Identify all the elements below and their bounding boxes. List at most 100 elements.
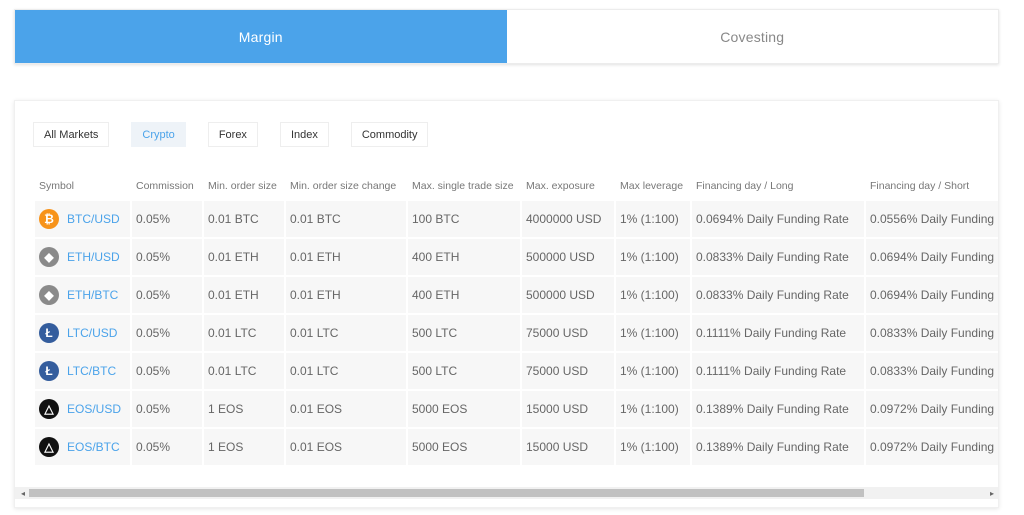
column-header: Min. order size change [290,180,397,192]
symbol-link[interactable]: LTC/BTC [67,364,116,378]
symbol-link[interactable]: BTC/USD [67,212,120,226]
table-cell: 0.01 LTC [286,315,406,351]
table-cell: 0.01 BTC [286,201,406,237]
tab-covesting[interactable]: Covesting [506,10,998,63]
table-cell: 0.01 EOS [286,391,406,427]
symbol-cell: △ EOS/USD [35,391,130,427]
table-cell: 0.05% [132,315,202,351]
symbol-wrapper: △ EOS/USD [39,399,126,419]
symbol-cell: Ł LTC/BTC [35,353,130,389]
table-cell: 5000 EOS [408,429,520,465]
table-cell: 1% (1:100) [616,201,690,237]
table-cell: 0.01 LTC [286,353,406,389]
table-row[interactable]: △ EOS/USD 0.05% 1 EOS 0.01 EOS 5000 EOS 15000 … [35,391,998,427]
table-cell: 15000 USD [522,391,614,427]
column-header: Max. exposure [526,180,595,192]
table-cell: 0.0972% Daily Funding Rate [866,391,998,427]
table-cell: 0.05% [132,429,202,465]
table-row[interactable]: △ EOS/BTC 0.05% 1 EOS 0.01 EOS 5000 EOS 15000 … [35,429,998,465]
ethereum-icon: ◆ [39,247,59,267]
column-header: Min. order size [208,180,277,192]
table-cell: 1% (1:100) [616,391,690,427]
table-cell: 1% (1:100) [616,353,690,389]
filter-crypto[interactable]: Crypto [131,122,186,147]
table-cell: 0.0833% Daily Funding Rate [866,315,998,351]
table-cell: 0.0694% Daily Funding Rate [692,201,864,237]
filter-index[interactable]: Index [279,122,329,147]
table-cell: 1 EOS [204,391,284,427]
symbol-cell: △ EOS/BTC [35,429,130,465]
table-cell: 500 LTC [408,315,520,351]
table-cell: 75000 USD [522,353,614,389]
table-cell: 0.01 ETH [286,239,406,275]
table-cell: 1% (1:100) [616,315,690,351]
symbol-link[interactable]: EOS/BTC [67,440,120,454]
markets-table: Symbol Commission Min. order size Min. orde… [33,171,998,467]
table-cell: 4000000 USD [522,201,614,237]
table-cell: 5000 EOS [408,391,520,427]
markets-table-container: Symbol Commission Min. order size Min. orde… [33,171,998,471]
symbol-cell: ₿ BTC/USD [35,201,130,237]
table-cell: 500000 USD [522,277,614,313]
symbol-wrapper: △ EOS/BTC [39,437,126,457]
table-cell: 400 ETH [408,239,520,275]
symbol-link[interactable]: ETH/BTC [67,288,118,302]
table-cell: 15000 USD [522,429,614,465]
symbol-wrapper: ◆ ETH/USD [39,247,126,267]
table-cell: 0.01 EOS [286,429,406,465]
column-header: Max. single trade size [412,180,514,192]
table-row[interactable]: ◆ ETH/USD 0.05% 0.01 ETH 0.01 ETH 400 ETH 5000… [35,239,998,275]
symbol-wrapper: ◆ ETH/BTC [39,285,126,305]
markets-card: All Markets Crypto Forex Index Commodity… [14,100,999,508]
table-cell: 0.05% [132,277,202,313]
table-row[interactable]: Ł LTC/USD 0.05% 0.01 LTC 0.01 LTC 500 LTC 7500… [35,315,998,351]
bitcoin-icon: ₿ [39,209,59,229]
symbol-wrapper: Ł LTC/USD [39,323,126,343]
table-cell: 0.1389% Daily Funding Rate [692,429,864,465]
eos-icon: △ [39,437,59,457]
symbol-cell: ◆ ETH/USD [35,239,130,275]
symbol-wrapper: Ł LTC/BTC [39,361,126,381]
table-cell: 0.0694% Daily Funding Rate [866,277,998,313]
table-cell: 0.0972% Daily Funding Rate [866,429,998,465]
table-row[interactable]: Ł LTC/BTC 0.05% 0.01 LTC 0.01 LTC 500 LTC 7500… [35,353,998,389]
table-cell: 0.01 ETH [204,277,284,313]
symbol-cell: Ł LTC/USD [35,315,130,351]
table-cell: 0.0694% Daily Funding Rate [866,239,998,275]
table-cell: 0.05% [132,239,202,275]
table-cell: 0.01 ETH [204,239,284,275]
symbol-cell: ◆ ETH/BTC [35,277,130,313]
filter-forex[interactable]: Forex [207,122,258,147]
table-cell: 100 BTC [408,201,520,237]
horizontal-scrollbar[interactable]: ◂ ▸ [15,487,998,499]
table-cell: 0.1389% Daily Funding Rate [692,391,864,427]
table-cell: 0.0556% Daily Funding Rate [866,201,998,237]
scroll-thumb[interactable] [29,489,864,497]
scroll-left-arrow-icon[interactable]: ◂ [17,487,29,499]
table-cell: 500 LTC [408,353,520,389]
table-header-row: Symbol Commission Min. order size Min. orde… [35,173,998,199]
eos-icon: △ [39,399,59,419]
tab-margin[interactable]: Margin [15,10,507,63]
scroll-right-arrow-icon[interactable]: ▸ [986,487,998,499]
table-row[interactable]: ₿ BTC/USD 0.05% 0.01 BTC 0.01 BTC 100 BTC 4000… [35,201,998,237]
symbol-link[interactable]: ETH/USD [67,250,120,264]
table-cell: 0.0833% Daily Funding Rate [692,239,864,275]
column-header: Commission [136,180,194,192]
table-row[interactable]: ◆ ETH/BTC 0.05% 0.01 ETH 0.01 ETH 400 ETH 5000… [35,277,998,313]
table-cell: 0.05% [132,353,202,389]
table-cell: 0.01 ETH [286,277,406,313]
table-cell: 1% (1:100) [616,277,690,313]
table-cell: 1 EOS [204,429,284,465]
symbol-link[interactable]: LTC/USD [67,326,117,340]
ethereum-icon: ◆ [39,285,59,305]
table-cell: 0.0833% Daily Funding Rate [692,277,864,313]
table-cell: 0.05% [132,391,202,427]
table-cell: 0.01 LTC [204,315,284,351]
table-cell: 1% (1:100) [616,429,690,465]
symbol-link[interactable]: EOS/USD [67,402,121,416]
column-header: Max leverage [620,180,684,192]
litecoin-icon: Ł [39,323,59,343]
filter-all-markets[interactable]: All Markets [33,122,110,147]
filter-commodity[interactable]: Commodity [350,122,429,147]
